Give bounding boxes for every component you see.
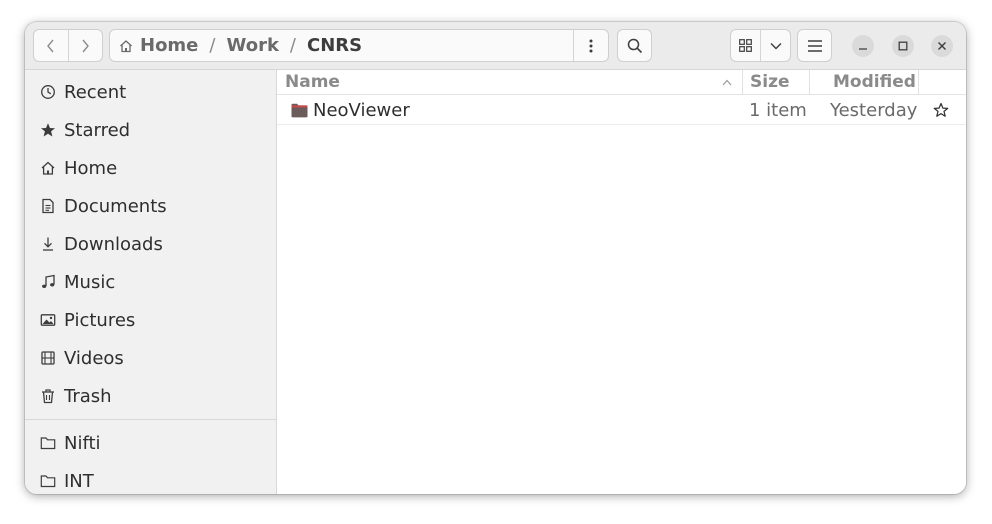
file-manager-window: Home / Work / CNRS Recent Starred Home D…	[25, 22, 966, 494]
folder-icon	[39, 472, 57, 490]
sidebar-item-label: Home	[64, 157, 118, 179]
film-icon	[39, 349, 57, 367]
clock-icon	[39, 83, 57, 101]
minimize-button[interactable]	[852, 35, 874, 57]
column-header-modified[interactable]: Modified	[810, 70, 918, 95]
picture-icon	[39, 311, 57, 329]
trash-icon	[39, 387, 57, 405]
star-toggle[interactable]	[933, 96, 949, 124]
sidebar-item-label: Pictures	[64, 309, 136, 331]
sidebar-item-nifti[interactable]: Nifti	[25, 425, 276, 461]
close-button[interactable]	[931, 35, 953, 57]
breadcrumb-separator: /	[209, 35, 216, 56]
back-button[interactable]	[34, 30, 68, 61]
search-icon	[627, 38, 642, 53]
chevron-up-icon	[722, 79, 732, 86]
sidebar-item-music[interactable]: Music	[25, 264, 276, 300]
file-row[interactable]: NeoViewer 1 item Yesterday	[277, 96, 966, 125]
music-note-icon	[39, 273, 57, 291]
sidebar: Recent Starred Home Documents Downloads	[25, 70, 277, 494]
sidebar-item-trash[interactable]: Trash	[25, 378, 276, 414]
download-icon	[39, 235, 57, 253]
path-menu-button[interactable]	[573, 30, 608, 61]
chevron-down-icon	[770, 42, 781, 49]
sidebar-item-label: Documents	[64, 195, 167, 217]
vertical-dots-icon	[589, 39, 593, 52]
sidebar-item-pictures[interactable]: Pictures	[25, 302, 276, 338]
column-header-star	[919, 70, 966, 95]
sidebar-item-home[interactable]: Home	[25, 150, 276, 186]
file-size: 1 item	[749, 99, 807, 121]
file-name-cell: NeoViewer	[291, 96, 410, 124]
close-icon	[938, 42, 946, 50]
sidebar-item-videos[interactable]: Videos	[25, 340, 276, 376]
star-outline-icon	[933, 102, 949, 117]
minimize-icon	[859, 48, 867, 50]
navigation-buttons	[33, 29, 103, 62]
file-name: NeoViewer	[313, 99, 410, 121]
grid-view-button[interactable]	[731, 30, 760, 61]
breadcrumb-home[interactable]: Home	[140, 35, 198, 56]
column-header-name[interactable]: Name	[277, 70, 742, 95]
sidebar-item-int[interactable]: INT	[25, 463, 276, 494]
sidebar-item-recent[interactable]: Recent	[25, 74, 276, 110]
maximize-icon	[898, 41, 908, 51]
main-menu-button[interactable]	[797, 29, 832, 62]
star-icon	[39, 121, 57, 139]
sidebar-separator	[25, 419, 276, 420]
hamburger-icon	[807, 39, 822, 52]
sidebar-item-label: Nifti	[64, 432, 101, 454]
column-header-label: Name	[285, 72, 340, 92]
breadcrumb-separator: /	[289, 35, 296, 56]
sidebar-item-label: Starred	[64, 119, 131, 141]
search-button[interactable]	[617, 29, 652, 62]
sidebar-item-label: Trash	[64, 385, 112, 407]
sidebar-item-label: Music	[64, 271, 116, 293]
sidebar-item-label: Videos	[64, 347, 124, 369]
path-bar[interactable]: Home / Work / CNRS	[109, 29, 609, 62]
chevron-left-icon	[46, 39, 54, 52]
document-icon	[39, 197, 57, 215]
chevron-right-icon	[82, 39, 90, 52]
sidebar-item-label: INT	[64, 470, 94, 492]
home-icon	[120, 39, 132, 52]
file-modified: Yesterday	[830, 99, 918, 121]
column-header-label: Modified	[833, 72, 916, 92]
file-list-view[interactable]: Name Size Modified NeoViewer 1 item Yest…	[277, 70, 966, 494]
sidebar-item-label: Recent	[64, 81, 127, 103]
sidebar-item-starred[interactable]: Starred	[25, 112, 276, 148]
folder-icon	[39, 434, 57, 452]
grid-icon	[739, 39, 752, 52]
view-buttons	[730, 29, 791, 62]
sidebar-item-downloads[interactable]: Downloads	[25, 226, 276, 262]
sidebar-item-label: Downloads	[64, 233, 163, 255]
view-options-button[interactable]	[760, 30, 790, 61]
column-header-size[interactable]: Size	[743, 70, 809, 95]
folder-icon	[291, 103, 308, 117]
headerbar: Home / Work / CNRS	[25, 22, 966, 70]
breadcrumb-work[interactable]: Work	[226, 35, 278, 56]
home-icon	[39, 159, 57, 177]
forward-button[interactable]	[67, 30, 103, 61]
column-header-label: Size	[750, 72, 790, 92]
breadcrumb-current[interactable]: CNRS	[307, 35, 362, 56]
sidebar-item-documents[interactable]: Documents	[25, 188, 276, 224]
maximize-button[interactable]	[892, 35, 914, 57]
